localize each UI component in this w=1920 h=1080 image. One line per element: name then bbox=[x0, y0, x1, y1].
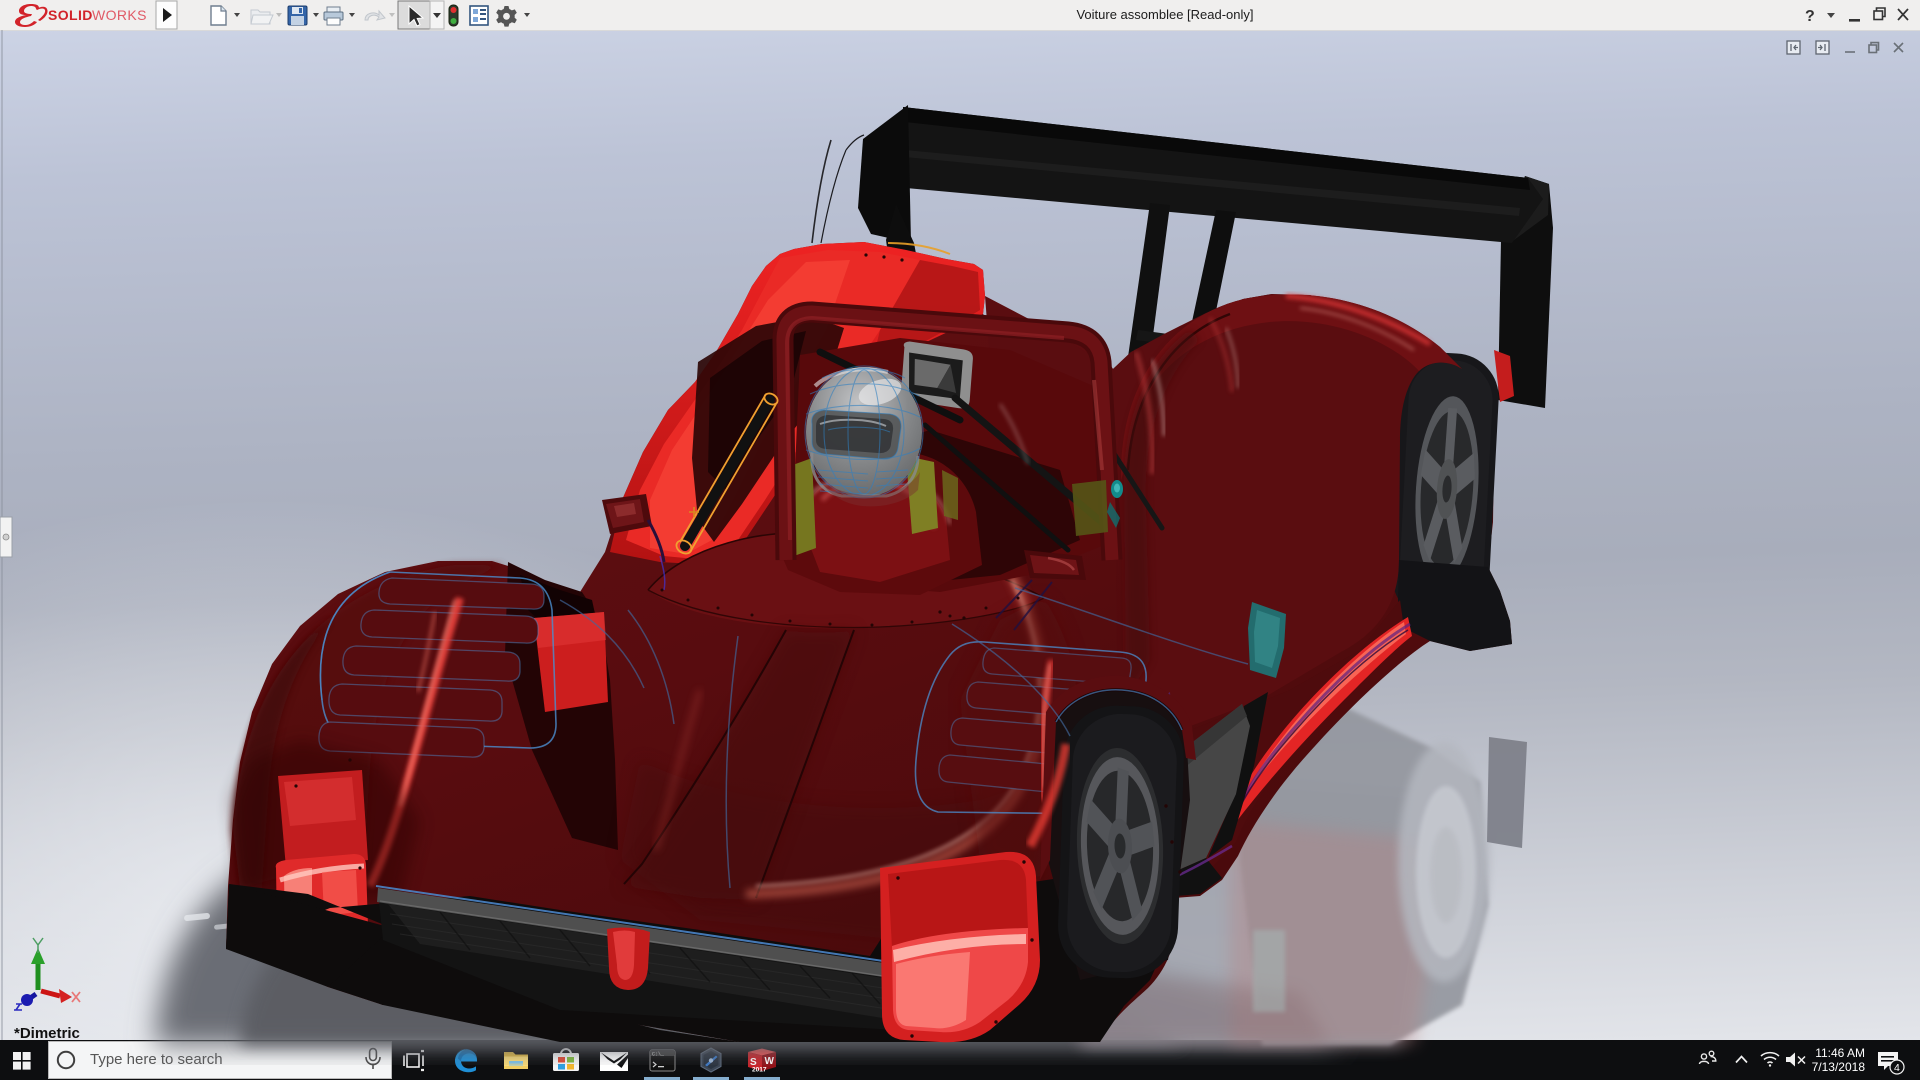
svg-text:*Dimetric: *Dimetric bbox=[14, 1025, 80, 1042]
